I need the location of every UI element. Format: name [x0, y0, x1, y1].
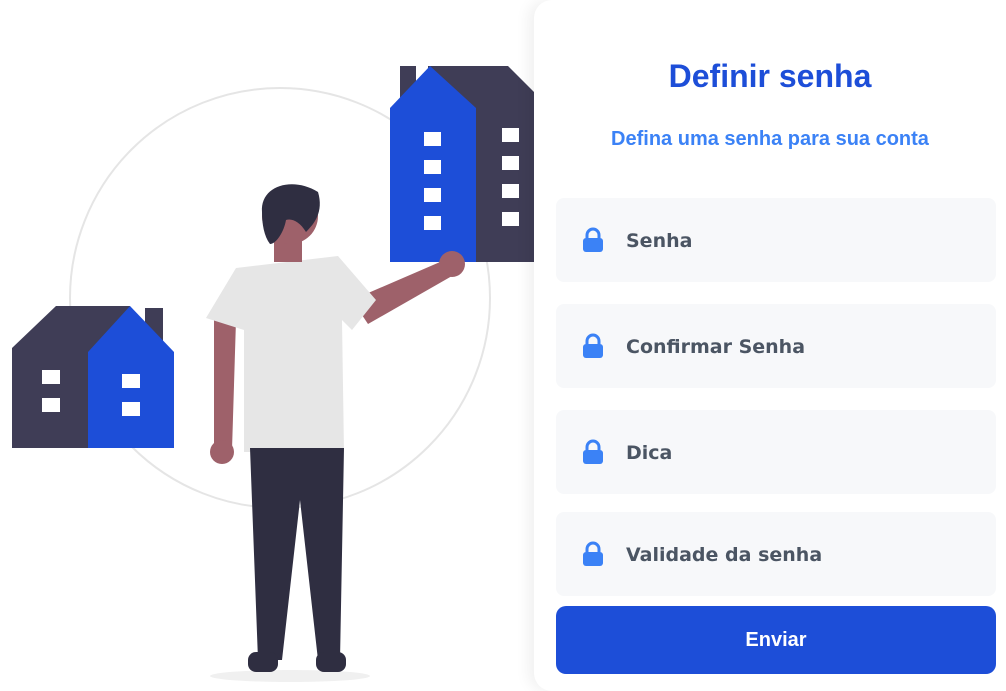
password-expiry-input[interactable] [624, 512, 978, 598]
password-form-panel: Definir senha Defina uma senha para sua … [534, 0, 1006, 691]
password-input[interactable] [624, 198, 978, 284]
lock-icon [583, 333, 603, 358]
left-house [12, 306, 174, 448]
lock-icon [583, 227, 603, 252]
page-subtitle: Defina uma senha para sua conta [611, 128, 929, 150]
confirm-password-field-container [556, 304, 996, 390]
right-house [390, 66, 552, 262]
password-expiry-field-container [556, 512, 996, 598]
page-title: Definir senha [668, 58, 872, 94]
confirm-password-input[interactable] [624, 304, 978, 390]
hint-field-container [556, 410, 996, 496]
password-field-container [556, 198, 996, 284]
submit-button[interactable]: Enviar [556, 606, 996, 674]
lock-icon [583, 541, 603, 566]
lock-icon [583, 439, 603, 464]
hint-input[interactable] [624, 410, 978, 496]
hero-illustration [12, 66, 552, 682]
